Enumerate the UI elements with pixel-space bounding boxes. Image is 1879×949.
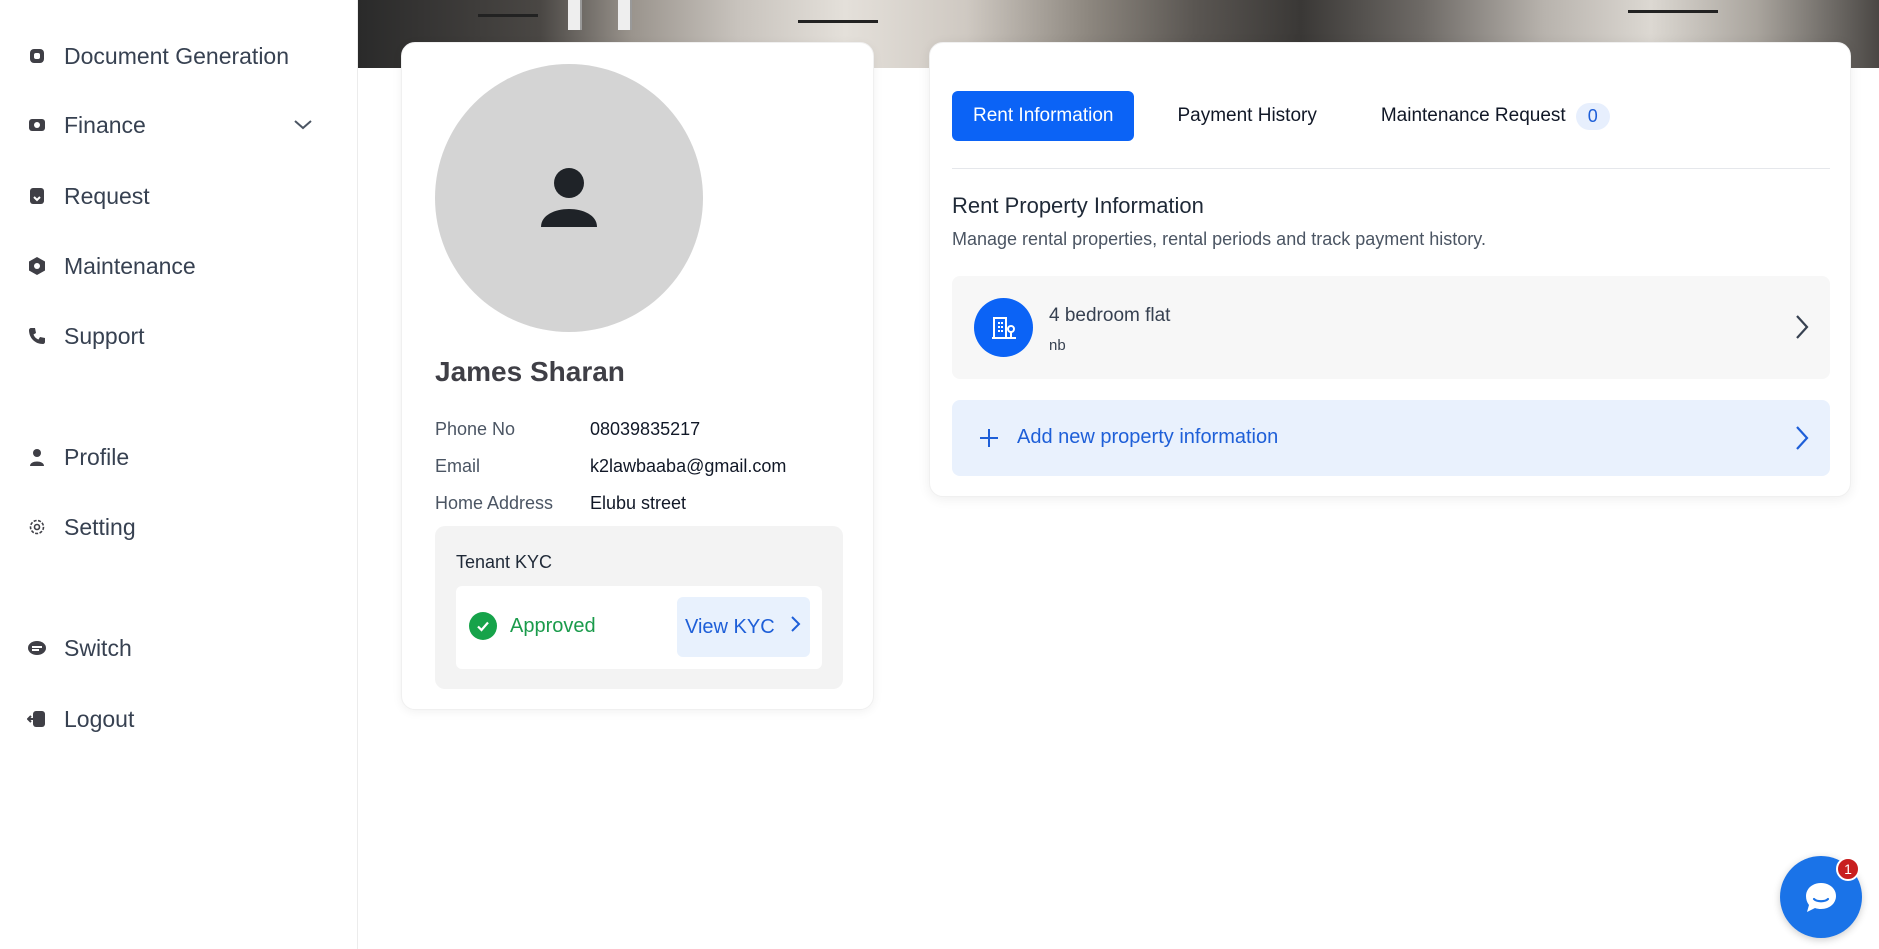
view-kyc-button[interactable]: View KYC xyxy=(677,597,810,657)
chevron-right-icon xyxy=(789,615,801,639)
rent-card: Rent Information Payment History Mainten… xyxy=(929,42,1851,497)
tab-label: Maintenance Request xyxy=(1380,105,1566,126)
phone-value: 08039835217 xyxy=(590,419,701,439)
document-icon xyxy=(26,45,48,67)
building-icon xyxy=(974,298,1033,357)
sidebar-item-label: Profile xyxy=(64,443,130,470)
person-icon xyxy=(541,168,597,227)
tenant-name: James Sharan xyxy=(435,356,625,387)
check-circle-icon xyxy=(469,612,497,640)
tab-payment-history[interactable]: Payment History xyxy=(1156,91,1337,141)
sidebar-item-finance[interactable]: Finance xyxy=(26,105,326,145)
sidebar-item-profile[interactable]: Profile xyxy=(26,437,326,477)
sidebar-item-label: Finance xyxy=(64,111,146,138)
chevron-right-icon xyxy=(1794,314,1810,345)
gear-icon xyxy=(26,516,48,538)
banner-decoration xyxy=(1628,10,1718,13)
sidebar-item-label: Switch xyxy=(64,634,132,661)
tab-maintenance-request[interactable]: Maintenance Request 0 xyxy=(1360,91,1631,141)
email-value: k2lawbaaba@gmail.com xyxy=(590,456,787,476)
maintenance-icon xyxy=(26,255,48,277)
address-row: Home Address Elubu street xyxy=(435,493,686,514)
divider xyxy=(952,168,1830,169)
address-value: Elubu street xyxy=(590,493,687,513)
sidebar-item-document-generation[interactable]: Document Generation xyxy=(26,36,326,76)
view-kyc-label: View KYC xyxy=(685,615,775,638)
sidebar-item-label: Maintenance xyxy=(64,252,196,279)
tab-label: Payment History xyxy=(1177,105,1317,126)
notification-badge: 1 xyxy=(1836,857,1860,881)
kyc-status: Approved xyxy=(469,612,596,640)
profile-card: James Sharan Phone No 08039835217 Email … xyxy=(401,42,874,710)
sidebar-item-request[interactable]: Request xyxy=(26,176,326,216)
tab-rent-information[interactable]: Rent Information xyxy=(952,91,1135,141)
banner-decoration xyxy=(618,0,632,30)
sidebar-item-support[interactable]: Support xyxy=(26,316,326,356)
email-label: Email xyxy=(435,456,481,476)
plus-icon xyxy=(978,427,1000,454)
phone-icon xyxy=(26,325,48,347)
kyc-status-box: Approved View KYC xyxy=(456,586,822,669)
kyc-panel: Tenant KYC Approved View KYC xyxy=(435,526,843,689)
sidebar-item-label: Document Generation xyxy=(64,42,290,69)
chat-icon xyxy=(1806,883,1836,912)
sidebar-item-label: Setting xyxy=(64,513,136,540)
banner-decoration xyxy=(798,20,878,23)
add-property-button[interactable]: Add new property information xyxy=(952,400,1830,476)
property-item[interactable]: 4 bedroom flat nb xyxy=(952,276,1830,379)
kyc-status-label: Approved xyxy=(510,614,596,637)
switch-icon xyxy=(26,637,48,659)
sidebar-item-setting[interactable]: Setting xyxy=(26,507,326,547)
chevron-down-icon[interactable] xyxy=(292,113,314,140)
finance-icon xyxy=(26,114,48,136)
chevron-right-icon xyxy=(1794,425,1810,456)
banner-decoration xyxy=(478,14,538,17)
section-title: Rent Property Information xyxy=(952,193,1204,218)
logout-icon xyxy=(26,708,48,730)
sidebar-item-label: Logout xyxy=(64,705,135,732)
email-row: Email k2lawbaaba@gmail.com xyxy=(435,456,786,477)
sidebar-item-switch[interactable]: Switch xyxy=(26,628,326,668)
sidebar: Document Generation Finance Request Main… xyxy=(0,0,358,949)
banner-decoration xyxy=(568,0,582,30)
tab-bar: Rent Information Payment History Mainten… xyxy=(952,91,1653,141)
phone-label: Phone No xyxy=(435,419,516,439)
sidebar-item-label: Request xyxy=(64,182,150,209)
sidebar-item-maintenance[interactable]: Maintenance xyxy=(26,246,326,286)
address-label: Home Address xyxy=(435,493,554,513)
property-subtitle: nb xyxy=(1049,337,1066,354)
avatar xyxy=(435,64,703,332)
person-icon xyxy=(26,446,48,468)
request-icon xyxy=(26,185,48,207)
tab-label: Rent Information xyxy=(973,105,1114,126)
property-name: 4 bedroom flat xyxy=(1049,305,1171,326)
phone-row: Phone No 08039835217 xyxy=(435,419,700,440)
add-property-label: Add new property information xyxy=(1017,426,1279,448)
kyc-title: Tenant KYC xyxy=(456,552,553,572)
section-subtitle: Manage rental properties, rental periods… xyxy=(952,229,1486,249)
sidebar-item-label: Support xyxy=(64,322,145,349)
sidebar-item-logout[interactable]: Logout xyxy=(26,699,326,739)
count-badge: 0 xyxy=(1575,102,1610,130)
